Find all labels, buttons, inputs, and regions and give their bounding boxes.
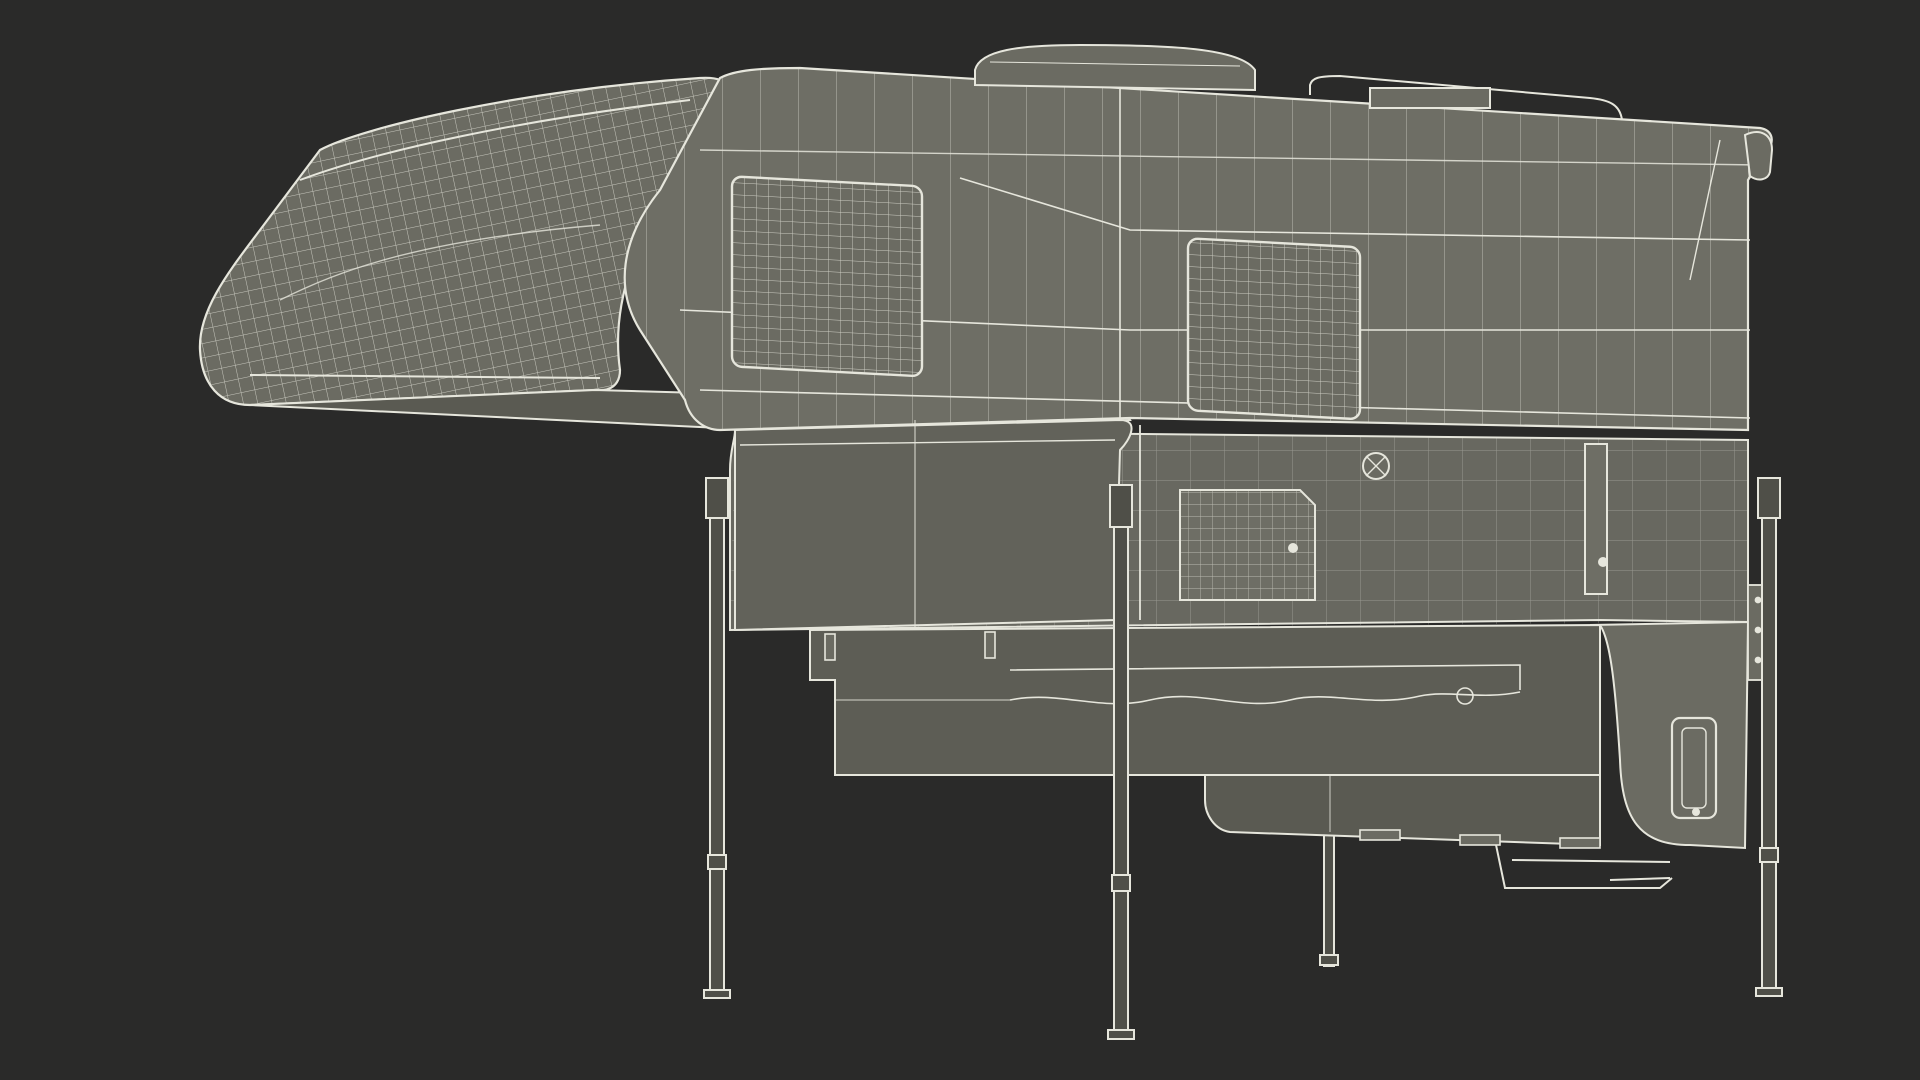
underbody-basement — [809, 623, 1601, 776]
rear-overhang — [1589, 620, 1750, 850]
rear-compartment-door — [1584, 443, 1608, 595]
rear-right-jack-leg — [1755, 477, 1783, 997]
rear-side-window — [1186, 237, 1362, 420]
underbody-tank — [1204, 774, 1601, 847]
rear-jack-legs — [1319, 827, 1339, 967]
roof-corner-cap — [1743, 131, 1774, 181]
front-left-jack-leg — [703, 477, 731, 999]
side-wing-skirt — [734, 418, 1133, 632]
camper-wireframe-render — [198, 43, 1783, 1040]
render-viewport — [0, 0, 1920, 1080]
front-side-window — [730, 175, 924, 378]
service-hatch — [1179, 489, 1316, 601]
round-vent-fixture — [1362, 452, 1390, 480]
roof-vent — [974, 43, 1256, 92]
